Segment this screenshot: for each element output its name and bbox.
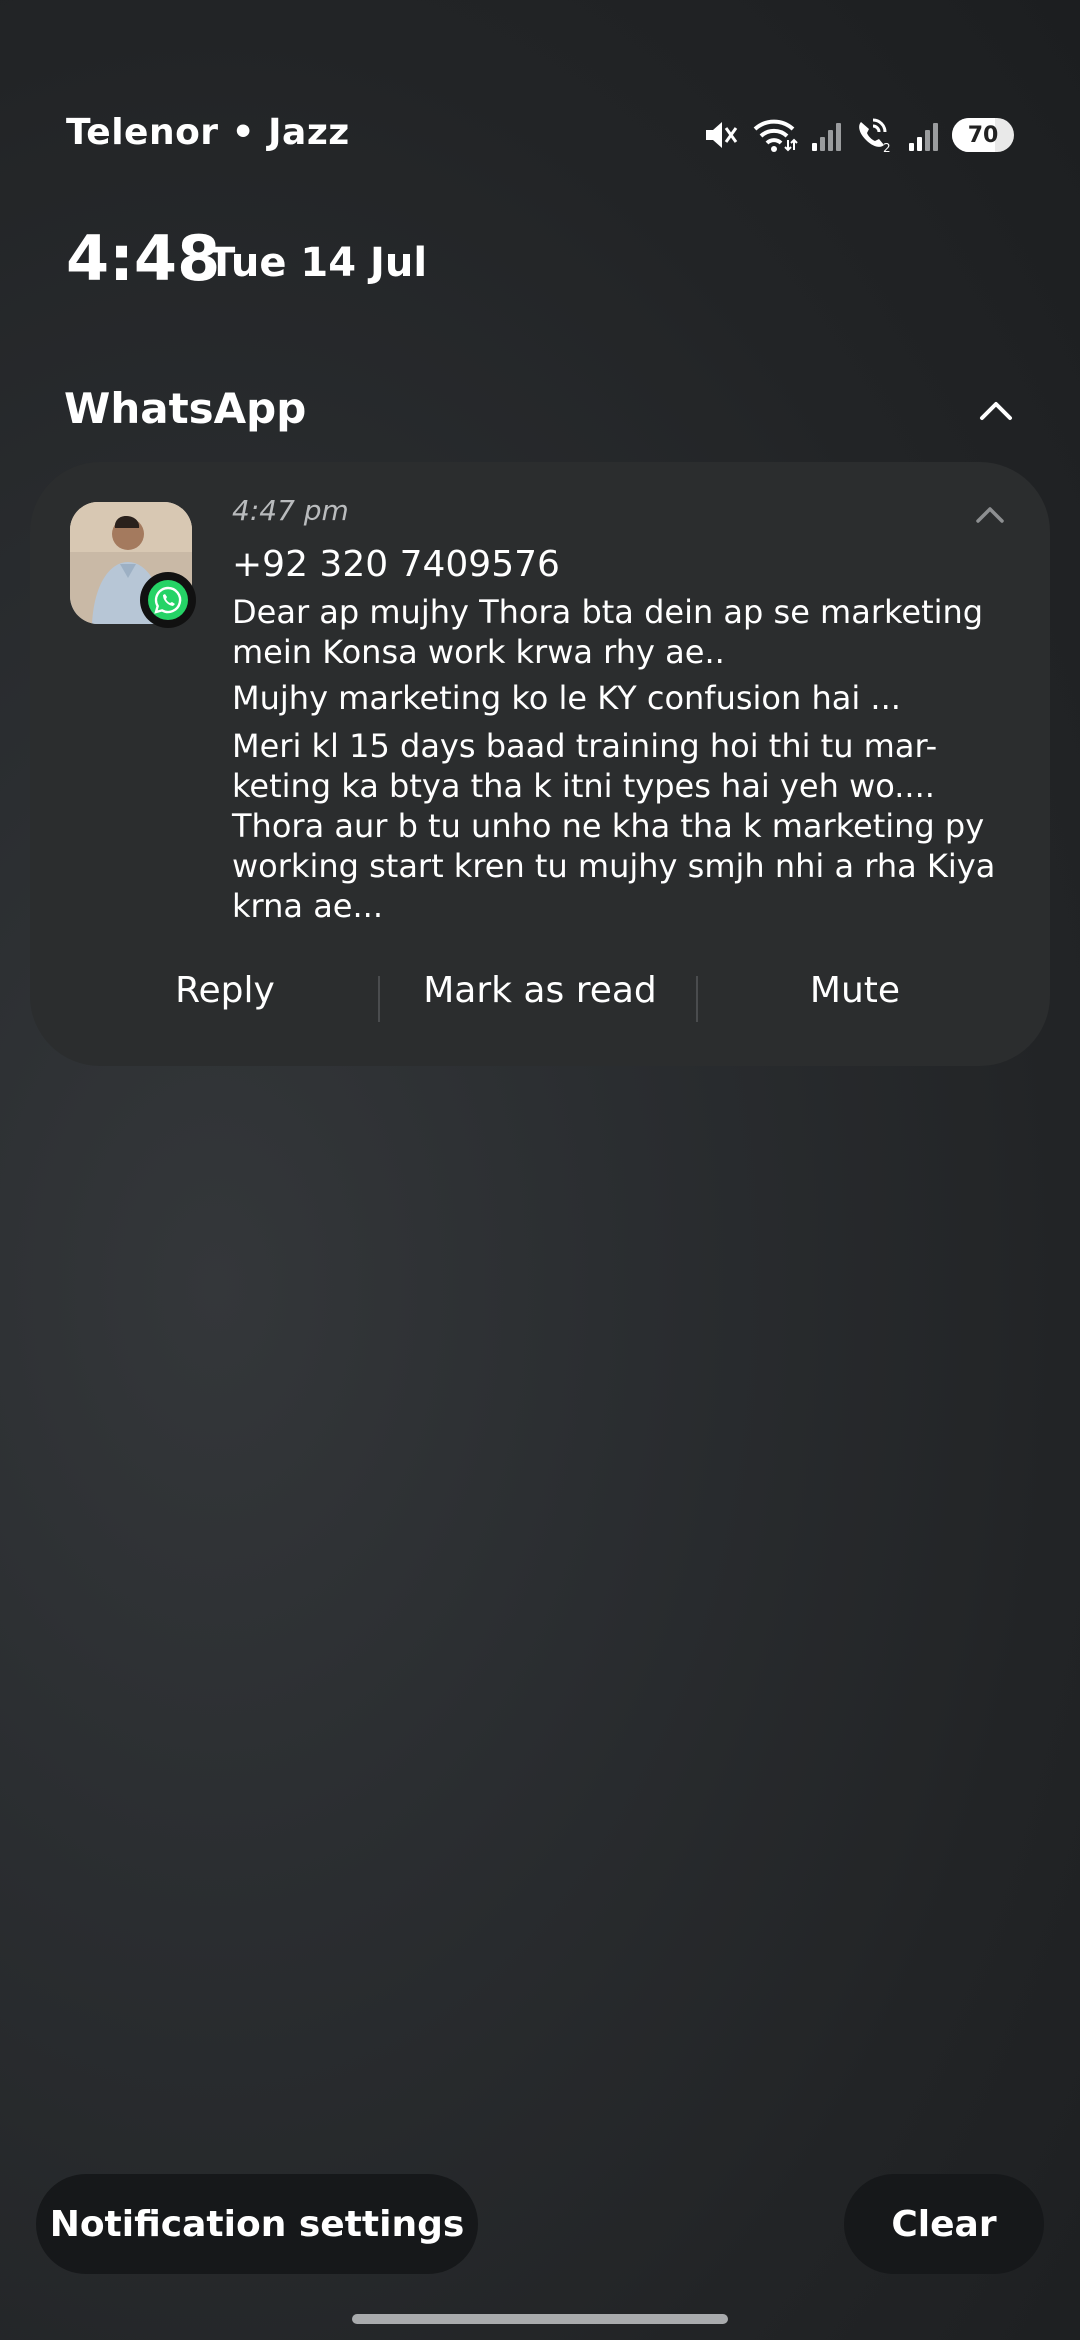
message-text: Mujhy marketing ko le KY confusion hai .… (232, 679, 901, 717)
clear-label: Clear (891, 2203, 997, 2245)
notification-settings-button[interactable]: Notification settings (36, 2174, 478, 2274)
clear-button[interactable]: Clear (844, 2174, 1044, 2274)
signal-icon (812, 119, 841, 151)
carrier-label: Telenor • Jazz (66, 112, 350, 153)
message-text: Dear ap mujhy Thora bta dein ap se marke… (232, 593, 984, 671)
wifi-icon (753, 119, 798, 152)
message-text: Meri kl 15 days baad training hoi thi tu… (232, 727, 996, 925)
chevron-up-icon[interactable] (974, 388, 1018, 432)
status-icons: 2 70 (702, 112, 1014, 158)
battery-indicator: 70 (952, 118, 1014, 152)
wifi-calling-icon: 2 (859, 118, 891, 154)
whatsapp-badge (140, 572, 196, 628)
mute-button[interactable]: Mute (700, 970, 1010, 1011)
mute-icon (706, 122, 738, 148)
signal-icon (909, 119, 938, 151)
mark-as-read-button[interactable]: Mark as read (385, 970, 695, 1011)
svg-text:2: 2 (883, 141, 891, 154)
home-indicator[interactable] (352, 2314, 728, 2324)
app-group-title: WhatsApp (64, 384, 307, 433)
clock-time: 4:48 (66, 222, 221, 295)
notification-time: 4:47 pm (232, 494, 349, 527)
clock-date: Tue 14 Jul (208, 240, 428, 286)
sender-name: +92 320 7409576 (232, 544, 560, 585)
divider (696, 976, 698, 1022)
chevron-up-icon[interactable] (970, 494, 1010, 534)
whatsapp-icon (148, 580, 188, 620)
battery-level: 70 (967, 122, 999, 148)
notification-settings-label: Notification settings (49, 2203, 465, 2245)
reply-button[interactable]: Reply (70, 970, 380, 1011)
divider (378, 976, 380, 1022)
